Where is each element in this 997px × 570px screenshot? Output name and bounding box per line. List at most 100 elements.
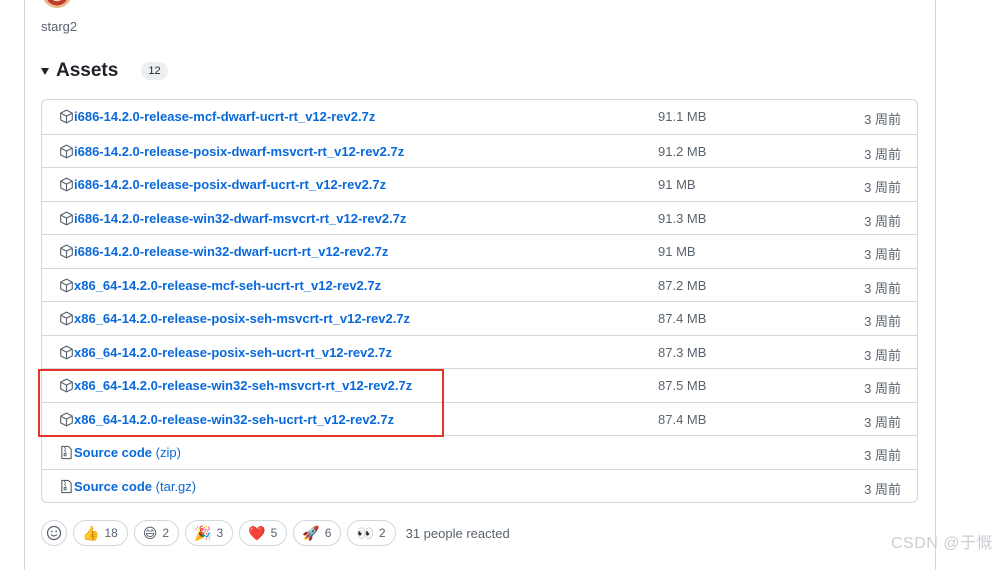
asset-row: i686-14.2.0-release-win32-dwarf-ucrt-rt_… <box>42 234 917 268</box>
asset-name: x86_64-14.2.0-release-win32-seh-ucrt-rt_… <box>74 411 395 427</box>
asset-row: Source code (zip) 3 周前 <box>42 435 917 469</box>
rocket-icon: 🚀 <box>302 525 320 541</box>
asset-suffix: (tar.gz) <box>155 478 197 494</box>
reaction-button[interactable]: 👍 18 <box>73 520 128 546</box>
asset-size: 91.3 MB <box>658 210 707 226</box>
asset-download-link[interactable]: i686-14.2.0-release-posix-dwarf-msvcrt-r… <box>74 144 404 159</box>
asset-row: i686-14.2.0-release-posix-dwarf-msvcrt-r… <box>42 133 917 168</box>
caret-down-icon <box>41 67 49 75</box>
asset-size: 91 MB <box>658 244 696 259</box>
asset-date: 3 周前 <box>864 481 901 497</box>
asset-size: 91.2 MB <box>658 143 707 159</box>
reaction-button[interactable]: ❤️ 5 <box>239 520 288 546</box>
asset-date: 3 周前 <box>864 180 901 195</box>
assets-toggle[interactable]: Assets 12 <box>41 59 168 83</box>
assets-title: Assets <box>56 60 119 81</box>
asset-name: x86_64-14.2.0-release-posix-seh-msvcrt-r… <box>74 311 411 326</box>
asset-size: 87.5 MB <box>658 378 707 393</box>
package-icon <box>59 278 74 293</box>
asset-download-link[interactable]: i686-14.2.0-release-win32-dwarf-msvcrt-r… <box>74 211 406 226</box>
asset-row: i686-14.2.0-release-mcf-dwarf-ucrt-rt_v1… <box>42 100 917 134</box>
asset-download-link[interactable]: Source code (tar.gz) <box>74 479 196 494</box>
asset-name: x86_64-14.2.0-release-win32-seh-msvcrt-r… <box>74 378 413 393</box>
asset-size: 87.4 MB <box>658 411 707 427</box>
package-icon <box>59 211 74 226</box>
asset-name: i686-14.2.0-release-mcf-dwarf-ucrt-rt_v1… <box>74 109 376 124</box>
package-icon <box>59 345 74 360</box>
asset-name: i686-14.2.0-release-win32-dwarf-ucrt-rt_… <box>74 244 389 259</box>
asset-name: x86_64-14.2.0-release-mcf-seh-ucrt-rt_v1… <box>74 277 382 293</box>
reaction-count: 2 <box>378 526 386 540</box>
reaction-button[interactable]: 🎉 3 <box>185 520 234 546</box>
asset-row: Source code (tar.gz) 3 周前 <box>42 468 917 503</box>
asset-name: i686-14.2.0-release-win32-dwarf-msvcrt-r… <box>74 210 407 226</box>
reaction-count: 6 <box>324 526 332 540</box>
asset-name: Source code <box>74 478 153 494</box>
reactions-bar: 👍 18 😄 2 🎉 3 ❤️ 5 🚀 6 👀 2 31 people reacted <box>41 520 510 546</box>
asset-date: 3 周前 <box>864 146 901 162</box>
asset-download-link[interactable]: i686-14.2.0-release-win32-dwarf-ucrt-rt_… <box>74 244 388 259</box>
asset-row: i686-14.2.0-release-win32-dwarf-msvcrt-r… <box>42 200 917 235</box>
asset-size: 87.4 MB <box>658 311 707 326</box>
asset-name: i686-14.2.0-release-posix-dwarf-msvcrt-r… <box>74 143 405 159</box>
smiley-icon <box>46 525 62 541</box>
asset-date: 3 周前 <box>864 247 901 262</box>
asset-row: i686-14.2.0-release-posix-dwarf-ucrt-rt_… <box>42 167 917 201</box>
package-icon <box>59 144 74 159</box>
asset-row: x86_64-14.2.0-release-win32-seh-ucrt-rt_… <box>42 401 917 436</box>
package-icon <box>59 378 74 393</box>
asset-name: i686-14.2.0-release-posix-dwarf-ucrt-rt_… <box>74 177 387 192</box>
reactions-summary[interactable]: 31 people reacted <box>406 526 510 541</box>
package-icon <box>59 244 74 259</box>
asset-download-link[interactable]: Source code (zip) <box>74 445 181 460</box>
asset-row: x86_64-14.2.0-release-mcf-seh-ucrt-rt_v1… <box>42 267 917 302</box>
author-name[interactable]: starg2 <box>41 19 77 34</box>
package-icon <box>59 311 74 326</box>
asset-size: 91.1 MB <box>658 109 707 124</box>
add-reaction-button[interactable] <box>41 520 67 546</box>
package-icon <box>59 109 74 124</box>
asset-row: x86_64-14.2.0-release-win32-seh-msvcrt-r… <box>42 368 917 402</box>
laugh-icon: 😄 <box>142 525 158 541</box>
asset-download-link[interactable]: x86_64-14.2.0-release-win32-seh-msvcrt-r… <box>74 378 412 393</box>
asset-date: 3 周前 <box>864 280 901 296</box>
reaction-count: 3 <box>216 526 224 540</box>
heart-icon: ❤️ <box>248 525 266 541</box>
asset-row: x86_64-14.2.0-release-posix-seh-ucrt-rt_… <box>42 334 917 369</box>
asset-date: 3 周前 <box>864 213 901 229</box>
asset-size: 87.3 MB <box>658 344 707 360</box>
thumbs-up-icon: 👍 <box>82 525 100 541</box>
asset-download-link[interactable]: i686-14.2.0-release-posix-dwarf-ucrt-rt_… <box>74 177 386 192</box>
assets-list: i686-14.2.0-release-mcf-dwarf-ucrt-rt_v1… <box>41 99 918 503</box>
eyes-icon: 👀 <box>356 525 374 541</box>
watermark: CSDN @于慨 <box>890 535 993 552</box>
file-zip-icon <box>59 445 74 460</box>
asset-name: x86_64-14.2.0-release-posix-seh-ucrt-rt_… <box>74 344 392 360</box>
asset-date: 3 周前 <box>864 381 901 396</box>
asset-date: 3 周前 <box>864 448 901 463</box>
asset-size: 91 MB <box>658 177 696 192</box>
reaction-count: 2 <box>162 526 170 540</box>
asset-date: 3 周前 <box>864 414 901 430</box>
asset-suffix: (zip) <box>155 445 181 460</box>
reaction-button[interactable]: 👀 2 <box>347 520 396 546</box>
asset-download-link[interactable]: x86_64-14.2.0-release-posix-seh-ucrt-rt_… <box>74 345 392 360</box>
reaction-count: 5 <box>270 526 278 540</box>
asset-date: 3 周前 <box>864 314 901 329</box>
asset-date: 3 周前 <box>864 112 901 127</box>
asset-download-link[interactable]: x86_64-14.2.0-release-mcf-seh-ucrt-rt_v1… <box>74 278 381 293</box>
asset-size: 87.2 MB <box>658 277 707 293</box>
asset-download-link[interactable]: i686-14.2.0-release-mcf-dwarf-ucrt-rt_v1… <box>74 109 375 124</box>
assets-count-badge: 12 <box>141 62 168 80</box>
asset-name: Source code <box>74 445 153 460</box>
asset-date: 3 周前 <box>864 347 901 363</box>
asset-download-link[interactable]: x86_64-14.2.0-release-win32-seh-ucrt-rt_… <box>74 412 394 427</box>
asset-row: x86_64-14.2.0-release-posix-seh-msvcrt-r… <box>42 301 917 335</box>
file-zip-icon <box>59 479 74 494</box>
package-icon <box>59 177 74 192</box>
asset-download-link[interactable]: x86_64-14.2.0-release-posix-seh-msvcrt-r… <box>74 311 410 326</box>
reaction-button[interactable]: 😄 2 <box>133 520 180 546</box>
reaction-count: 18 <box>104 526 118 540</box>
hooray-icon: 🎉 <box>194 525 212 541</box>
reaction-button[interactable]: 🚀 6 <box>293 520 342 546</box>
